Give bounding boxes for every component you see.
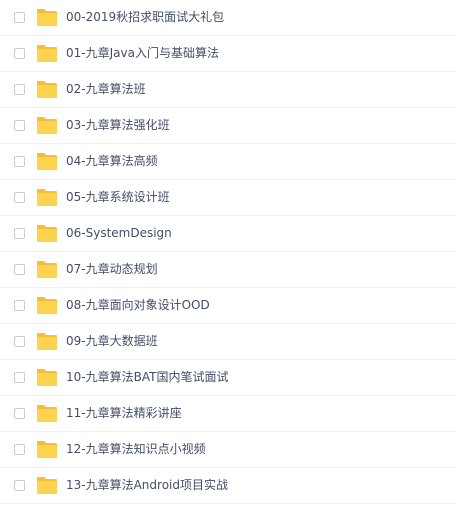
file-name-link[interactable]: 08-九章面向对象设计OOD [66, 288, 210, 323]
folder-icon [36, 368, 58, 387]
file-row[interactable]: 03-九章算法强化班 [0, 108, 456, 144]
file-row[interactable]: 02-九章算法班 [0, 72, 456, 108]
row-checkbox[interactable] [14, 372, 25, 383]
file-name-link[interactable]: 11-九章算法精彩讲座 [66, 396, 182, 431]
file-row[interactable]: 07-九章动态规划 [0, 252, 456, 288]
file-name-link[interactable]: 10-九章算法BAT国内笔试面试 [66, 360, 228, 395]
file-name-link[interactable]: 06-SystemDesign [66, 216, 172, 251]
file-name-link[interactable]: 13-九章算法Android项目实战 [66, 468, 228, 503]
file-name-link[interactable]: 01-九章Java入门与基础算法 [66, 36, 219, 71]
file-row[interactable]: 09-九章大数据班 [0, 324, 456, 360]
file-row[interactable]: 06-SystemDesign [0, 216, 456, 252]
file-row[interactable]: 13-九章算法Android项目实战 [0, 468, 456, 504]
folder-icon [36, 8, 58, 27]
file-row[interactable]: 01-九章Java入门与基础算法 [0, 36, 456, 72]
file-name-link[interactable]: 07-九章动态规划 [66, 252, 158, 287]
folder-icon [36, 476, 58, 495]
row-checkbox[interactable] [14, 300, 25, 311]
file-name-link[interactable]: 04-九章算法高频 [66, 144, 158, 179]
row-checkbox[interactable] [14, 12, 25, 23]
file-name-link[interactable]: 02-九章算法班 [66, 72, 146, 107]
file-row[interactable]: 12-九章算法知识点小视频 [0, 432, 456, 468]
folder-icon [36, 116, 58, 135]
folder-icon [36, 332, 58, 351]
file-list: 00-2019秋招求职面试大礼包 01-九章Java入门与基础算法 02-九章算法班… [0, 0, 456, 511]
row-checkbox[interactable] [14, 228, 25, 239]
file-row[interactable]: 00-2019秋招求职面试大礼包 [0, 0, 456, 36]
folder-icon [36, 260, 58, 279]
row-checkbox[interactable] [14, 480, 25, 491]
file-name-link[interactable]: 09-九章大数据班 [66, 324, 158, 359]
row-checkbox[interactable] [14, 48, 25, 59]
row-checkbox[interactable] [14, 408, 25, 419]
folder-icon [36, 404, 58, 423]
row-checkbox[interactable] [14, 336, 25, 347]
row-checkbox[interactable] [14, 156, 25, 167]
file-name-link[interactable]: 03-九章算法强化班 [66, 108, 170, 143]
file-row[interactable]: 11-九章算法精彩讲座 [0, 396, 456, 432]
row-checkbox[interactable] [14, 120, 25, 131]
file-row[interactable]: 08-九章面向对象设计OOD [0, 288, 456, 324]
folder-icon [36, 44, 58, 63]
folder-icon [36, 152, 58, 171]
file-name-link[interactable]: 05-九章系统设计班 [66, 180, 170, 215]
folder-icon [36, 80, 58, 99]
file-row[interactable]: 10-九章算法BAT国内笔试面试 [0, 360, 456, 396]
file-name-link[interactable]: 12-九章算法知识点小视频 [66, 432, 206, 467]
file-row[interactable]: 04-九章算法高频 [0, 144, 456, 180]
file-name-link[interactable]: 00-2019秋招求职面试大礼包 [66, 0, 224, 35]
folder-icon [36, 440, 58, 459]
row-checkbox[interactable] [14, 444, 25, 455]
row-checkbox[interactable] [14, 84, 25, 95]
file-row[interactable]: 05-九章系统设计班 [0, 180, 456, 216]
folder-icon [36, 224, 58, 243]
row-checkbox[interactable] [14, 264, 25, 275]
row-checkbox[interactable] [14, 192, 25, 203]
folder-icon [36, 296, 58, 315]
folder-icon [36, 188, 58, 207]
